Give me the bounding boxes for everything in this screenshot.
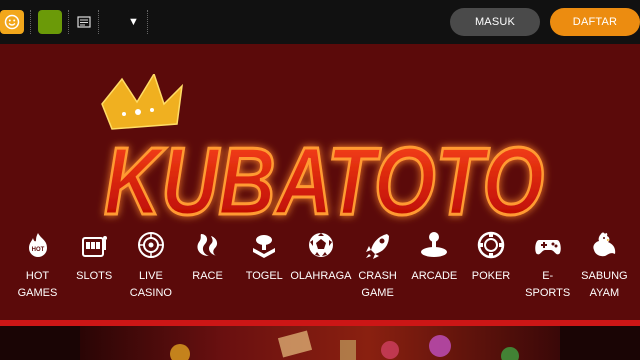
nav-item-label: POKER: [471, 270, 511, 282]
gamepad-icon: [534, 240, 561, 255]
rooster-icon: [593, 232, 616, 257]
divider: [68, 10, 70, 34]
divider: [146, 10, 149, 34]
divider: [30, 10, 32, 34]
nav-item-live-casino[interactable]: LIVE CASINO: [123, 230, 178, 310]
nav-item-label: LIVE CASINO: [129, 270, 172, 299]
nav-item-race[interactable]: RACE: [180, 230, 235, 310]
nav-item-label: E-SPORTS: [525, 270, 571, 299]
smile-icon[interactable]: [0, 10, 24, 34]
category-nav: HOT HOT GAMES SLOTS LIVE CASINO RACE TOGEL OLA…: [10, 230, 632, 310]
brand-logo[interactable]: KUBATOTO: [80, 74, 560, 234]
nav-item-poker[interactable]: POKER: [464, 230, 519, 310]
nav-item-olahraga[interactable]: OLAHRAGA: [290, 230, 352, 310]
nav-item-crash-game[interactable]: CRASH GAME: [350, 230, 405, 310]
nav-item-label: SABUNG AYAM: [581, 270, 628, 299]
top-bar: ▼ MASUK DAFTAR: [0, 0, 640, 44]
nav-item-label: TOGEL: [245, 270, 283, 282]
nav-item-label: RACE: [192, 270, 223, 282]
svg-text:HOT: HOT: [31, 247, 44, 253]
nav-item-label: CRASH GAME: [358, 270, 397, 299]
login-button[interactable]: MASUK: [450, 8, 540, 36]
news-icon[interactable]: [76, 14, 92, 30]
promo-banner[interactable]: [80, 326, 560, 360]
crown-icon: [101, 74, 184, 130]
nav-item-sabung-ayam[interactable]: SABUNG AYAM: [577, 230, 632, 310]
roulette-icon: [137, 232, 164, 258]
nav-item-slots[interactable]: SLOTS: [67, 230, 122, 310]
nav-item-label: SLOTS: [76, 270, 113, 282]
divider: [98, 10, 100, 34]
android-icon[interactable]: [38, 10, 62, 34]
promo-strip: [0, 326, 640, 360]
poker-chip-icon: [477, 231, 505, 259]
chevron-down-icon[interactable]: ▼: [128, 16, 139, 28]
brand-wordmark: KUBATOTO: [104, 128, 544, 234]
nav-item-togel[interactable]: TOGEL: [237, 230, 292, 310]
lottery-icon: [253, 235, 276, 258]
soccer-ball-icon: [308, 233, 333, 257]
register-button[interactable]: DAFTAR: [550, 8, 640, 36]
nav-item-e-sports[interactable]: E-SPORTS: [520, 230, 575, 310]
joystick-icon: [421, 232, 448, 257]
hot-fire-icon: HOT: [28, 233, 47, 257]
slot-machine-icon: [82, 236, 108, 257]
race-icon: [197, 234, 217, 256]
nav-item-label: ARCADE: [411, 270, 458, 282]
nav-item-label: HOT GAMES: [17, 270, 58, 299]
nav-item-arcade[interactable]: ARCADE: [407, 230, 462, 310]
top-bar-tools: ▼: [0, 0, 155, 44]
rocket-icon: [365, 234, 389, 259]
nav-item-label: OLAHRAGA: [290, 270, 352, 282]
nav-item-hot-games[interactable]: HOT HOT GAMES: [10, 230, 65, 310]
